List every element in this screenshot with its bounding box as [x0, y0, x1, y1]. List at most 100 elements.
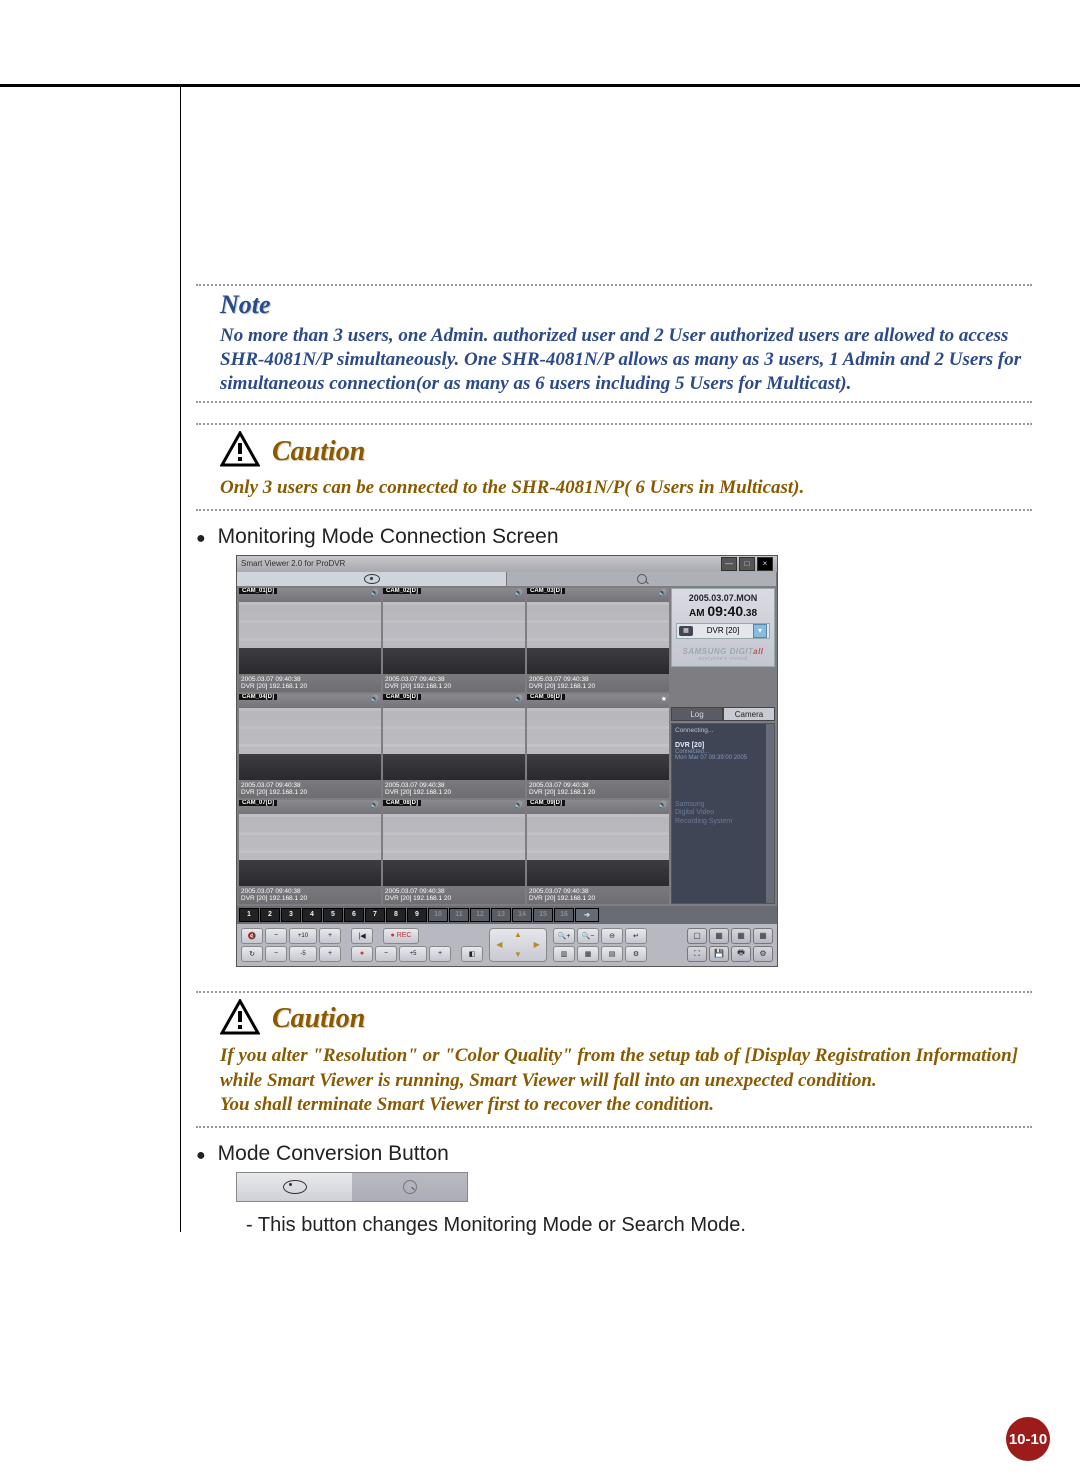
- caution-title: Caution: [272, 436, 365, 468]
- dvr-select[interactable]: ▦ DVR [20] ▾: [676, 623, 770, 639]
- layout-16-button[interactable]: ▦: [753, 928, 773, 944]
- record-round-button[interactable]: ●: [351, 946, 373, 962]
- dpad-left-icon[interactable]: ◀: [490, 941, 509, 949]
- camera-tile[interactable]: CAM_01[D] 🔊 2005.03.07 09:40:38 DVR [20] 1…: [239, 588, 381, 692]
- note-title: Note: [220, 290, 1032, 320]
- tab-camera[interactable]: Camera: [723, 707, 775, 721]
- log-panel: Connecting... DVR [20] Connected... Mon …: [671, 723, 775, 904]
- time-main: 09:40: [707, 603, 743, 619]
- close-button[interactable]: ×: [757, 557, 773, 571]
- camera-tile[interactable]: CAM_05[D]🔊2005.03.07 09:40:38 DVR [20] 1…: [383, 694, 525, 798]
- caution-body: Only 3 users can be connected to the SHR…: [220, 476, 1022, 501]
- mode-search-half[interactable]: [352, 1173, 467, 1201]
- vol2-up-button[interactable]: +: [319, 946, 341, 962]
- tool-3-button[interactable]: ▤: [601, 946, 623, 962]
- camera-label: CAM_04[D]: [239, 694, 277, 700]
- channel-button[interactable]: 3: [281, 908, 301, 922]
- fullscreen-button[interactable]: ⛶: [687, 946, 707, 962]
- channel-button[interactable]: 9: [407, 908, 427, 922]
- vol-down-button[interactable]: −: [265, 928, 287, 944]
- channel-button[interactable]: 11: [449, 908, 469, 922]
- channel-button[interactable]: 10: [428, 908, 448, 922]
- channel-button[interactable]: 8: [386, 908, 406, 922]
- channel-button[interactable]: 2: [260, 908, 280, 922]
- bullet-icon: ●: [196, 1147, 206, 1165]
- mic-down-button[interactable]: −: [375, 946, 397, 962]
- tool-1-button[interactable]: ▥: [553, 946, 575, 962]
- bullet-text: Monitoring Mode Connection Screen: [218, 525, 559, 549]
- layout-1-button[interactable]: ▢: [687, 928, 707, 944]
- vol-up-button[interactable]: +: [319, 928, 341, 944]
- camera-timestamp: 2005.03.07 09:40:38 DVR [20] 192.168.1 2…: [241, 783, 307, 797]
- camera-audio-icon: ★: [661, 695, 667, 703]
- minimize-button[interactable]: —: [721, 557, 737, 571]
- camera-audio-icon: 🔊: [370, 589, 379, 597]
- log-note-1: Samsung: [675, 801, 771, 809]
- channel-button[interactable]: 7: [365, 908, 385, 922]
- dpad-down-icon[interactable]: ▼: [509, 949, 528, 961]
- channel-button[interactable]: 4: [302, 908, 322, 922]
- channel-button[interactable]: 13: [491, 908, 511, 922]
- maximize-button[interactable]: □: [739, 557, 755, 571]
- camera-timestamp: 2005.03.07 09:40:38 DVR [20] 192.168.1 2…: [385, 889, 451, 903]
- layout-9-button[interactable]: ▦: [731, 928, 751, 944]
- camera-audio-icon: 🔊: [514, 801, 523, 809]
- dpad-up-icon[interactable]: ▲: [509, 929, 528, 941]
- return-button[interactable]: ↵: [625, 928, 647, 944]
- dvr-chip-icon: ▦: [679, 626, 693, 636]
- print-button[interactable]: 🖶: [731, 946, 751, 962]
- zoom-in-button[interactable]: 🔍+: [553, 928, 575, 944]
- dpad-right-icon[interactable]: ▶: [527, 941, 546, 949]
- dvr-selected-text: DVR [20]: [696, 626, 750, 635]
- camera-timestamp: 2005.03.07 09:40:38 DVR [20] 192.168.1 2…: [529, 677, 595, 691]
- channel-button[interactable]: 6: [344, 908, 364, 922]
- camera-timestamp: 2005.03.07 09:40:38 DVR [20] 192.168.1 2…: [241, 889, 307, 903]
- zoom-out-button[interactable]: 🔍−: [577, 928, 599, 944]
- camera-audio-icon: 🔊: [370, 801, 379, 809]
- audio-mute-icon[interactable]: 🔇: [241, 928, 263, 944]
- snapshot-button[interactable]: ◧: [461, 946, 483, 962]
- camera-tile[interactable]: CAM_09[D]🔊2005.03.07 09:40:38 DVR [20] 1…: [527, 800, 669, 904]
- search-mode-tab[interactable]: [507, 572, 777, 586]
- monitor-mode-tab[interactable]: [237, 572, 507, 586]
- ptz-dpad[interactable]: ▲ ◀ ▶ ▼: [489, 928, 547, 962]
- page-number-badge: 10-10: [1006, 1417, 1050, 1461]
- camera-timestamp: 2005.03.07 09:40:38 DVR [20] 192.168.1 2…: [241, 677, 307, 691]
- channel-next-button[interactable]: ➔: [575, 908, 599, 922]
- channel-button[interactable]: 5: [323, 908, 343, 922]
- camera-label: CAM_06[D]: [527, 694, 565, 700]
- camera-label: CAM_01[D]: [239, 588, 277, 594]
- log-note-2: Digital Video: [675, 809, 771, 817]
- camera-audio-icon: 🔊: [514, 589, 523, 597]
- camera-tile[interactable]: CAM_02[D]🔊2005.03.07 09:40:38 DVR [20] 1…: [383, 588, 525, 692]
- tool-2-button[interactable]: ▦: [577, 946, 599, 962]
- camera-tile[interactable]: CAM_03[D]🔊2005.03.07 09:40:38 DVR [20] 1…: [527, 588, 669, 692]
- channel-button[interactable]: 12: [470, 908, 490, 922]
- rec-button[interactable]: ● REC: [383, 928, 419, 944]
- cycle-button[interactable]: ↻: [241, 946, 263, 962]
- camera-audio-icon: 🔊: [514, 695, 523, 703]
- mic-up-button[interactable]: +: [429, 946, 451, 962]
- camera-tile[interactable]: CAM_08[D]🔊2005.03.07 09:40:38 DVR [20] 1…: [383, 800, 525, 904]
- camera-tile[interactable]: CAM_04[D]🔊2005.03.07 09:40:38 DVR [20] 1…: [239, 694, 381, 798]
- zoom-reset-button[interactable]: ⊖: [601, 928, 623, 944]
- prev-track-button[interactable]: |◀: [351, 928, 373, 944]
- dash-text: - This button changes Monitoring Mode or…: [246, 1214, 1032, 1237]
- camera-tile[interactable]: CAM_07[D]🔊2005.03.07 09:40:38 DVR [20] 1…: [239, 800, 381, 904]
- camera-timestamp: 2005.03.07 09:40:38 DVR [20] 192.168.1 2…: [385, 783, 451, 797]
- tool-4-button[interactable]: ⚙: [625, 946, 647, 962]
- log-scrollbar[interactable]: [765, 724, 774, 903]
- camera-timestamp: 2005.03.07 09:40:38 DVR [20] 192.168.1 2…: [529, 783, 595, 797]
- channel-button[interactable]: 16: [554, 908, 574, 922]
- vol2-down-button[interactable]: −: [265, 946, 287, 962]
- channel-button[interactable]: 14: [512, 908, 532, 922]
- settings-button[interactable]: ⚙: [753, 946, 773, 962]
- save-button[interactable]: 💾: [709, 946, 729, 962]
- tab-log[interactable]: Log: [671, 707, 723, 721]
- mode-monitor-half[interactable]: [237, 1173, 352, 1201]
- channel-button[interactable]: 1: [239, 908, 259, 922]
- dropdown-arrow-icon[interactable]: ▾: [753, 624, 767, 638]
- layout-4-button[interactable]: ▦: [709, 928, 729, 944]
- channel-button[interactable]: 15: [533, 908, 553, 922]
- camera-tile[interactable]: CAM_06[D] ★ 2005.03.07 09:40:38 DVR [20] 1…: [527, 694, 669, 798]
